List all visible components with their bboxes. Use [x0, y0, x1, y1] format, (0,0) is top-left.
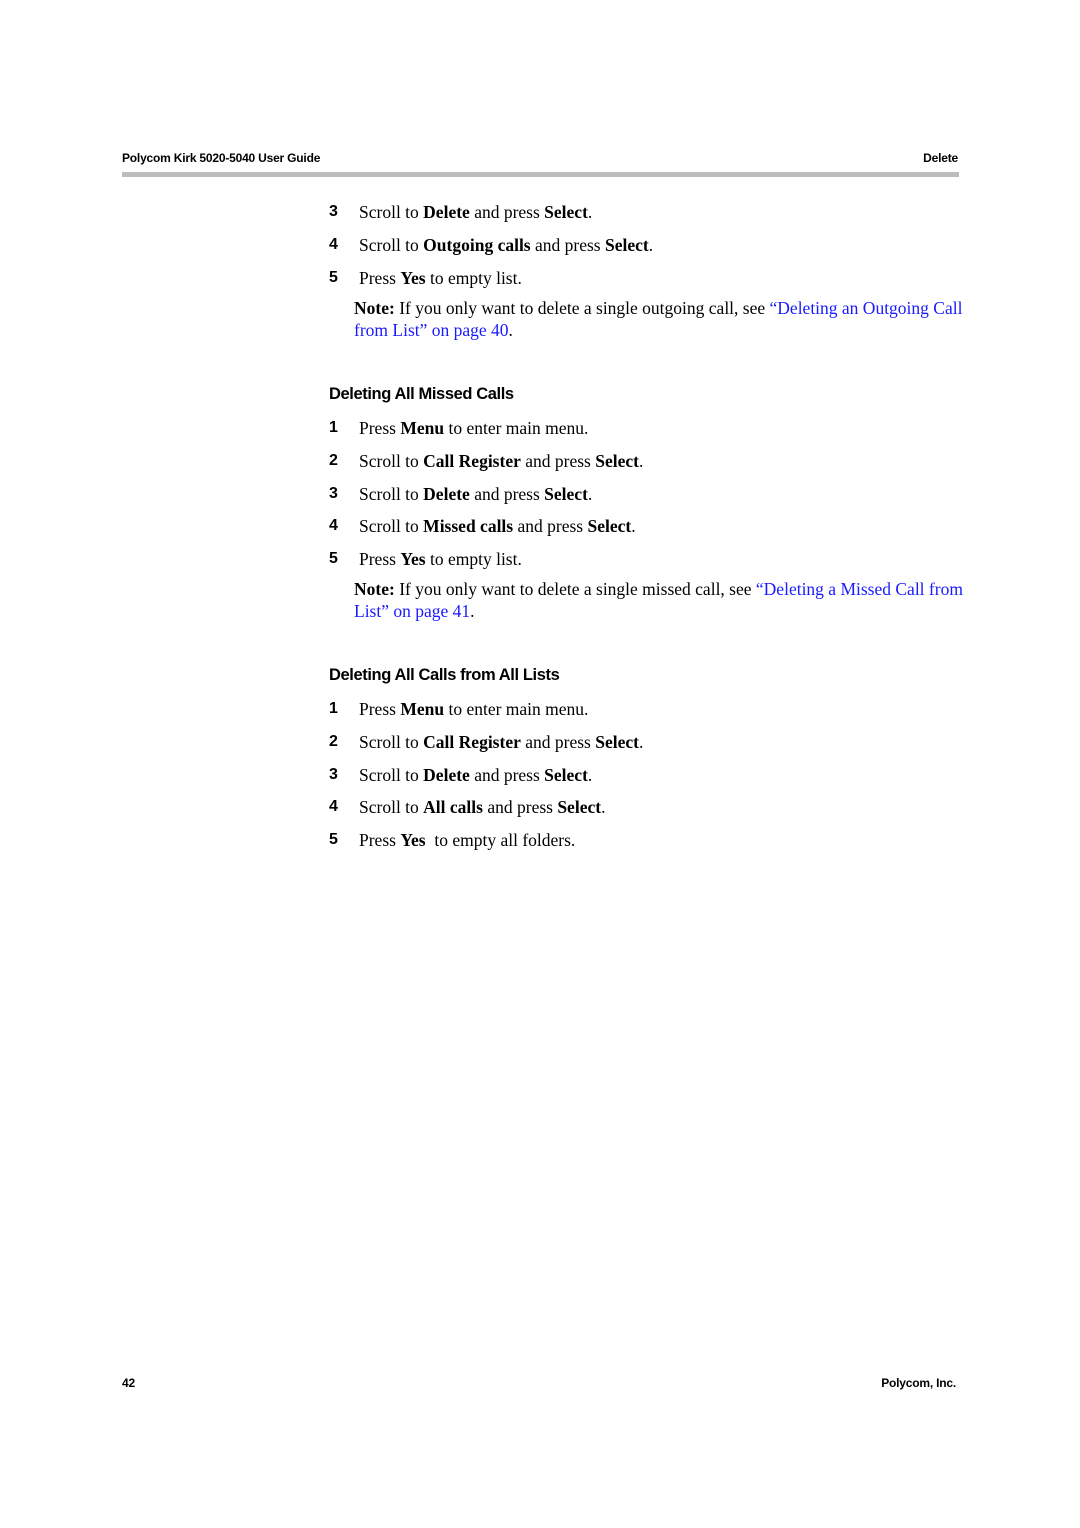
note-label: Note: — [354, 579, 395, 599]
step-number: 4 — [329, 236, 338, 253]
outgoing-note: Note: If you only want to delete a singl… — [354, 298, 963, 340]
missed-note: Note: If you only want to delete a singl… — [354, 579, 963, 621]
step-text: Press Yes to empty list. — [359, 549, 522, 569]
step-text: Scroll to Delete and press Select. — [359, 202, 593, 222]
step-text: Scroll to Outgoing calls and press Selec… — [359, 235, 654, 255]
step-text: Scroll to Call Register and press Select… — [359, 451, 644, 471]
company-name: Polycom, Inc. — [881, 1376, 956, 1390]
step-number: 3 — [329, 766, 338, 783]
step-number: 1 — [329, 700, 338, 717]
step-number: 2 — [329, 733, 338, 750]
step-number: 4 — [329, 517, 338, 534]
step-number: 1 — [329, 419, 338, 436]
step-number: 5 — [329, 550, 338, 567]
step-text: Scroll to Delete and press Select. — [359, 765, 593, 785]
step-text: Scroll to Call Register and press Select… — [359, 732, 644, 752]
section-heading-all: Deleting All Calls from All Lists — [329, 666, 560, 684]
header-rule — [122, 172, 959, 177]
step-number: 2 — [329, 452, 338, 469]
page-number: 42 — [122, 1376, 135, 1390]
document-title: Polycom Kirk 5020-5040 User Guide — [122, 151, 321, 165]
step-text: Press Menu to enter main menu. — [359, 418, 589, 438]
step-number: 5 — [329, 269, 338, 286]
section-name: Delete — [923, 151, 958, 165]
step-text: Press Yes to empty all folders. — [359, 830, 576, 850]
step-text: Scroll to Delete and press Select. — [359, 484, 593, 504]
section-heading-missed: Deleting All Missed Calls — [329, 385, 514, 403]
step-text: Press Yes to empty list. — [359, 268, 522, 288]
step-text: Scroll to All calls and press Select. — [359, 797, 606, 817]
step-text: Scroll to Missed calls and press Select. — [359, 516, 636, 536]
step-text: Press Menu to enter main menu. — [359, 699, 589, 719]
step-number: 3 — [329, 485, 338, 502]
step-number: 3 — [329, 203, 338, 220]
step-number: 4 — [329, 798, 338, 815]
step-number: 5 — [329, 831, 338, 848]
note-label: Note: — [354, 298, 395, 318]
